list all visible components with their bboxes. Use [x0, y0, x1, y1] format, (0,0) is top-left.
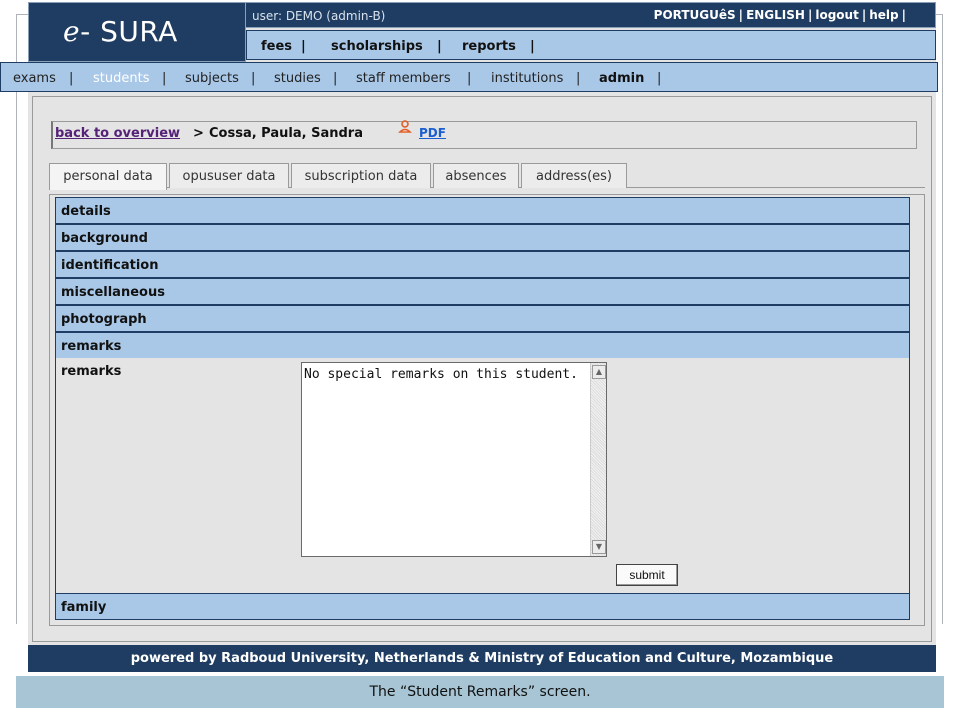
- separator: |: [333, 71, 338, 86]
- separator: |: [437, 39, 442, 54]
- menu-studies[interactable]: studies: [274, 71, 321, 86]
- scroll-down-arrow-icon[interactable]: ▼: [592, 540, 606, 554]
- app-logo: e- SURA: [63, 15, 178, 48]
- footer: powered by Radboud University, Netherlan…: [28, 645, 936, 672]
- section-title: family: [61, 600, 107, 615]
- tab-addresses[interactable]: address(es): [521, 163, 627, 188]
- separator: |: [69, 71, 74, 86]
- tab-personal-data[interactable]: personal data: [49, 163, 167, 190]
- back-to-overview-link[interactable]: back to overview: [55, 126, 180, 141]
- separator: |: [657, 71, 662, 86]
- menu-admin[interactable]: admin: [599, 71, 644, 86]
- remarks-field-label: remarks: [61, 364, 122, 379]
- page-frame-right: [942, 14, 943, 624]
- separator: |: [576, 71, 581, 86]
- separator: |: [301, 39, 306, 54]
- separator: |: [901, 8, 906, 22]
- tab-subscription-data[interactable]: subscription data: [291, 163, 431, 188]
- menu-students[interactable]: students: [93, 71, 149, 86]
- menu-subjects[interactable]: subjects: [185, 71, 239, 86]
- content-area: back to overview > Cossa, Paula, Sandra …: [32, 96, 932, 642]
- help-link[interactable]: help: [869, 8, 898, 22]
- page-frame-left: [16, 14, 17, 624]
- breadcrumb: back to overview > Cossa, Paula, Sandra …: [51, 119, 917, 149]
- main-menu: exams | students | subjects | studies | …: [0, 62, 938, 92]
- section-title: photograph: [61, 312, 147, 327]
- logo-area: e- SURA: [28, 2, 246, 62]
- user-label: user: DEMO (admin-B): [252, 9, 386, 23]
- caption-bar: The “Student Remarks” screen.: [16, 676, 944, 708]
- section-title: remarks: [61, 339, 122, 354]
- separator: |: [162, 71, 167, 86]
- separator: |: [467, 71, 472, 86]
- remarks-section-body: remarks No special remarks on this stude…: [55, 358, 910, 593]
- section-identification[interactable]: identification: [55, 251, 910, 278]
- remarks-textarea[interactable]: No special remarks on this student.: [302, 363, 590, 556]
- link-english[interactable]: ENGLISH: [746, 8, 805, 22]
- menu-institutions[interactable]: institutions: [491, 71, 563, 86]
- section-background[interactable]: background: [55, 224, 910, 251]
- section-family[interactable]: family: [55, 593, 910, 620]
- section-title: miscellaneous: [61, 285, 165, 300]
- pdf-link[interactable]: PDF: [419, 126, 448, 140]
- section-details[interactable]: details: [55, 197, 910, 224]
- menu-fees[interactable]: fees: [261, 39, 292, 54]
- section-title: details: [61, 204, 111, 219]
- separator: |: [738, 8, 744, 22]
- footer-text: powered by Radboud University, Netherlan…: [130, 651, 834, 666]
- tab-opususer-data[interactable]: opususer data: [169, 163, 289, 188]
- top-menu: fees | scholarships | reports |: [246, 30, 936, 60]
- separator: |: [530, 39, 535, 54]
- remarks-textarea-wrapper: No special remarks on this student. ▲ ▼: [301, 362, 607, 557]
- scroll-up-arrow-icon[interactable]: ▲: [592, 365, 606, 379]
- section-title: identification: [61, 258, 159, 273]
- separator: |: [807, 8, 813, 22]
- pdf-icon[interactable]: [397, 119, 413, 135]
- section-title: background: [61, 231, 148, 246]
- textarea-scrollbar[interactable]: ▲ ▼: [590, 363, 606, 556]
- breadcrumb-separator: >: [193, 126, 204, 141]
- menu-scholarships[interactable]: scholarships: [331, 39, 423, 54]
- app-window: e- SURA user: DEMO (admin-B) PORTUGUêS | E…: [0, 2, 938, 672]
- header-links: PORTUGUêS | ENGLISH | logout | help |: [654, 8, 909, 22]
- separator: |: [861, 8, 867, 22]
- separator: |: [251, 71, 256, 86]
- personal-data-panel: details background identification miscel…: [49, 194, 925, 626]
- page-frame-top: [936, 14, 943, 15]
- menu-reports[interactable]: reports: [462, 39, 516, 54]
- tab-absences[interactable]: absences: [433, 163, 519, 188]
- section-photograph[interactable]: photograph: [55, 305, 910, 332]
- menu-exams[interactable]: exams: [13, 71, 56, 86]
- section-remarks[interactable]: remarks: [55, 332, 910, 359]
- student-name: Cossa, Paula, Sandra: [209, 126, 363, 141]
- submit-button[interactable]: submit: [616, 564, 678, 586]
- logout-link[interactable]: logout: [815, 8, 858, 22]
- page-frame-top: [16, 14, 28, 15]
- link-portugues[interactable]: PORTUGUêS: [654, 8, 736, 22]
- user-bar: user: DEMO (admin-B) PORTUGUêS | ENGLISH | l…: [246, 2, 936, 28]
- section-miscellaneous[interactable]: miscellaneous: [55, 278, 910, 305]
- caption-text: The “Student Remarks” screen.: [369, 684, 591, 700]
- menu-staff-members[interactable]: staff members: [356, 71, 451, 86]
